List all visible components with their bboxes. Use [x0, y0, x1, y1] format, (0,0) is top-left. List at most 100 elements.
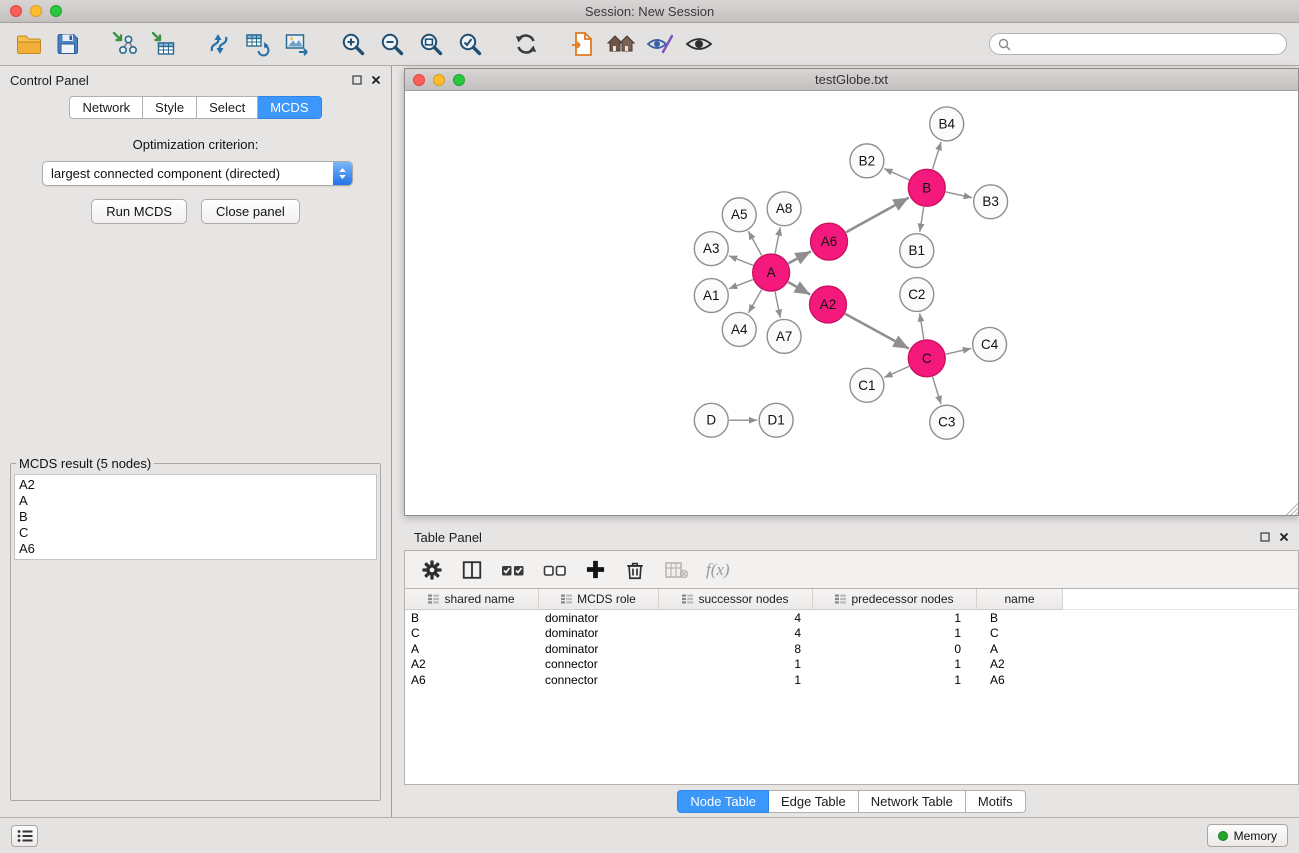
- graph-edge-A-A5[interactable]: [748, 231, 761, 255]
- graph-node-A7[interactable]: A7: [767, 319, 801, 353]
- graph-edge-A2-C[interactable]: [845, 314, 909, 349]
- memory-button[interactable]: Memory: [1207, 824, 1288, 847]
- save-session-button[interactable]: [51, 27, 85, 61]
- search-field[interactable]: [989, 33, 1287, 55]
- graph-edge-C-C2[interactable]: [920, 313, 924, 339]
- float-table-panel-button[interactable]: [1260, 532, 1270, 542]
- graph-node-B2[interactable]: B2: [850, 144, 884, 178]
- open-session-button[interactable]: [12, 27, 46, 61]
- zoom-out-button[interactable]: [375, 27, 409, 61]
- optimization-criterion-select[interactable]: largest connected component (directed): [42, 161, 353, 186]
- table-row[interactable]: Cdominator41C: [405, 626, 1298, 642]
- graph-node-A5[interactable]: A5: [722, 198, 756, 232]
- minimize-window-button[interactable]: [30, 5, 42, 17]
- graph-node-C4[interactable]: C4: [973, 327, 1007, 361]
- run-mcds-button[interactable]: Run MCDS: [91, 199, 187, 224]
- close-table-panel-button[interactable]: [1279, 532, 1289, 542]
- graph-node-A8[interactable]: A8: [767, 192, 801, 226]
- graph-edge-C-C1[interactable]: [884, 366, 909, 377]
- graph-node-A4[interactable]: A4: [722, 312, 756, 346]
- add-column-button[interactable]: [585, 559, 606, 580]
- table-settings-button[interactable]: [421, 559, 443, 581]
- graph-node-C1[interactable]: C1: [850, 368, 884, 402]
- graph-node-A[interactable]: A: [753, 254, 790, 291]
- float-panel-button[interactable]: [352, 75, 362, 85]
- table-row[interactable]: A6connector11A6: [405, 672, 1298, 688]
- graph-node-C3[interactable]: C3: [930, 405, 964, 439]
- resize-grip[interactable]: [1285, 502, 1298, 515]
- graph-node-B[interactable]: B: [908, 169, 945, 206]
- zoom-in-button[interactable]: [336, 27, 370, 61]
- graph-edge-B-B3[interactable]: [946, 192, 972, 198]
- graph-node-C[interactable]: C: [908, 340, 945, 377]
- column-header-shared-name[interactable]: shared name: [405, 589, 539, 610]
- mcds-result-list[interactable]: A2ABCA6: [14, 474, 377, 560]
- graph-edge-A-A1[interactable]: [729, 280, 753, 289]
- table-row[interactable]: Adominator80A: [405, 641, 1298, 657]
- graph-edge-A-A4[interactable]: [748, 290, 761, 313]
- close-window-button[interactable]: [10, 5, 22, 17]
- graph-edge-C-C3[interactable]: [933, 377, 941, 404]
- graph-edge-B-B1[interactable]: [920, 207, 924, 232]
- table-row[interactable]: A2connector11A2: [405, 657, 1298, 673]
- graph-edge-A-A3[interactable]: [729, 256, 753, 266]
- graph-edge-A-A8[interactable]: [775, 227, 780, 253]
- graph-edge-C-C4[interactable]: [946, 348, 971, 354]
- zoom-selected-button[interactable]: [453, 27, 487, 61]
- graph-edge-A6-B[interactable]: [846, 198, 909, 233]
- close-panel-button-secondary[interactable]: Close panel: [201, 199, 300, 224]
- close-panel-button[interactable]: [371, 75, 381, 85]
- column-header-name[interactable]: name: [977, 589, 1063, 610]
- graph-edge-A-A6[interactable]: [788, 251, 811, 263]
- tab-edge-table[interactable]: Edge Table: [769, 790, 859, 813]
- show-columns-button[interactable]: [461, 559, 483, 581]
- new-table-button[interactable]: [241, 27, 275, 61]
- select-all-button[interactable]: [501, 559, 525, 581]
- graph-edge-A-A7[interactable]: [775, 292, 780, 318]
- graph-node-A3[interactable]: A3: [694, 232, 728, 266]
- style-preview-button[interactable]: [643, 27, 677, 61]
- zoom-network-window-button[interactable]: [453, 74, 465, 86]
- search-input[interactable]: [1016, 37, 1278, 51]
- table-row[interactable]: Bdominator41B: [405, 610, 1298, 626]
- import-network-button[interactable]: [107, 27, 141, 61]
- graph-edge-A-A2[interactable]: [788, 282, 810, 294]
- import-table-button[interactable]: [146, 27, 180, 61]
- tab-mcds[interactable]: MCDS: [258, 96, 321, 119]
- refresh-button[interactable]: [509, 27, 543, 61]
- column-header-mcds-role[interactable]: MCDS role: [539, 589, 659, 610]
- tab-style[interactable]: Style: [143, 96, 197, 119]
- graph-node-B4[interactable]: B4: [930, 107, 964, 141]
- mcds-result-item[interactable]: A6: [19, 541, 372, 557]
- column-header-successor-nodes[interactable]: successor nodes: [659, 589, 813, 610]
- tab-network-table[interactable]: Network Table: [859, 790, 966, 813]
- zoom-fit-button[interactable]: [414, 27, 448, 61]
- graph-node-A1[interactable]: A1: [694, 279, 728, 313]
- close-network-window-button[interactable]: [413, 74, 425, 86]
- new-network-button[interactable]: [202, 27, 236, 61]
- minimize-network-window-button[interactable]: [433, 74, 445, 86]
- show-hide-button[interactable]: [682, 27, 716, 61]
- open-document-button[interactable]: [565, 27, 599, 61]
- tab-network[interactable]: Network: [69, 96, 143, 119]
- tab-node-table[interactable]: Node Table: [677, 790, 769, 813]
- tab-select[interactable]: Select: [197, 96, 258, 119]
- network-canvas[interactable]: A A6 A2 B C A1 A3 A4 A5 A7 A8 B1 B2 B3 B4 C1 C2 C3 C4 D D1: [405, 91, 1298, 515]
- graph-node-B1[interactable]: B1: [900, 234, 934, 268]
- deselect-all-button[interactable]: [543, 559, 567, 581]
- mcds-result-item[interactable]: B: [19, 509, 372, 525]
- column-header-predecessor-nodes[interactable]: predecessor nodes: [813, 589, 977, 610]
- function-builder-button[interactable]: f(x): [706, 560, 730, 580]
- export-image-button[interactable]: [280, 27, 314, 61]
- graph-node-B3[interactable]: B3: [974, 185, 1008, 219]
- graph-node-D[interactable]: D: [694, 403, 728, 437]
- graph-node-A6[interactable]: A6: [811, 223, 848, 260]
- task-history-button[interactable]: [11, 825, 38, 847]
- mcds-result-item[interactable]: A: [19, 493, 372, 509]
- graph-node-A2[interactable]: A2: [810, 286, 847, 323]
- delete-column-button[interactable]: [624, 559, 646, 581]
- mcds-result-item[interactable]: A2: [19, 477, 372, 493]
- graph-node-D1[interactable]: D1: [759, 403, 793, 437]
- graph-node-C2[interactable]: C2: [900, 278, 934, 312]
- zoom-window-button[interactable]: [50, 5, 62, 17]
